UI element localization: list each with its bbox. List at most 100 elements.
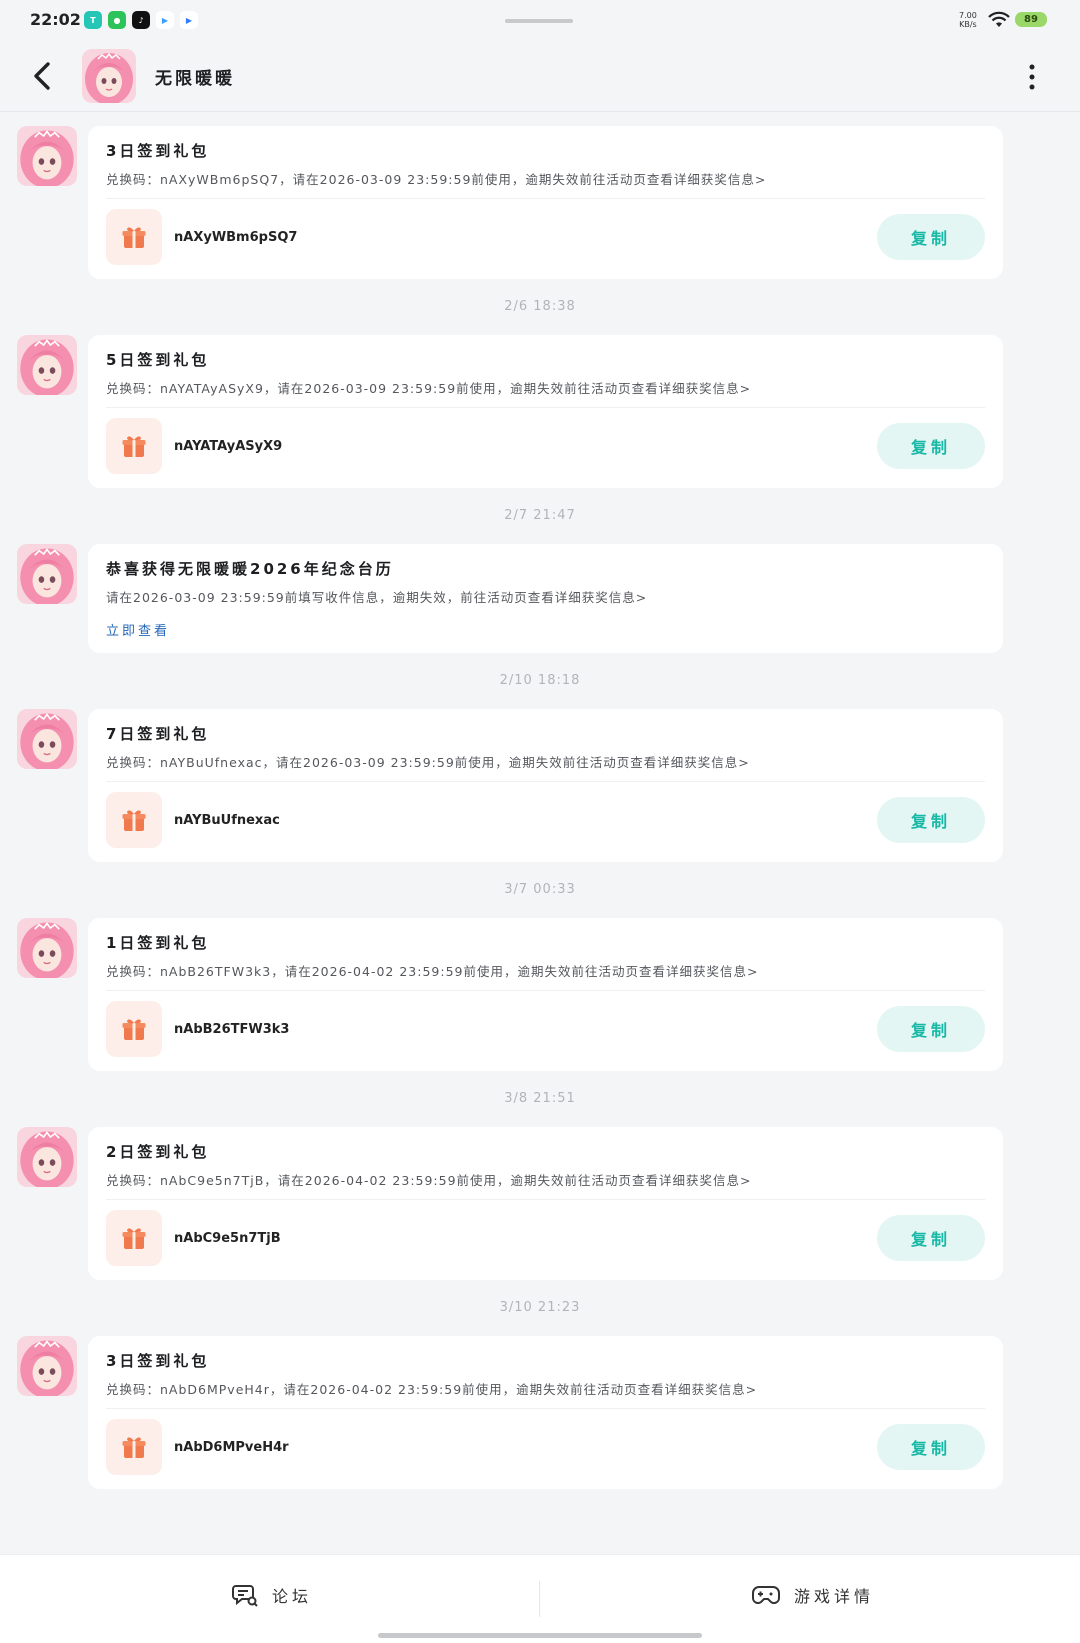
message-item: 3/8 21:51 2日签到礼包兑换码：nAbC9e5n7TjB，请在2026-0… [0, 1071, 1080, 1280]
message-item: 3/7 00:33 1日签到礼包兑换码：nAbB26TFW3k3，请在2026-0… [0, 862, 1080, 1071]
divider [106, 1408, 985, 1409]
tiktok-icon: ♪ [132, 11, 150, 29]
message-item: 3日签到礼包兑换码：nAXyWBm6pSQ7，请在2026-03-09 23:5… [0, 126, 1080, 279]
nav-forum-label: 论坛 [272, 1587, 313, 1606]
message-feed[interactable]: 3日签到礼包兑换码：nAXyWBm6pSQ7，请在2026-03-09 23:5… [0, 112, 1080, 1554]
wechat-icon: ● [108, 11, 126, 29]
message-card: 7日签到礼包兑换码：nAYBuUfnexac，请在2026-03-09 23:5… [88, 709, 1003, 862]
gift-icon [106, 792, 162, 848]
bottom-nav: 论坛 游戏详情 [0, 1554, 1080, 1643]
message-card: 1日签到礼包兑换码：nAbB26TFW3k3，请在2026-04-02 23:5… [88, 918, 1003, 1071]
battery-indicator: 89 [1015, 12, 1047, 27]
taptap-icon: T [84, 11, 102, 29]
message-timestamp-partial [0, 1489, 1080, 1545]
page-title: 无限暖暖 [155, 69, 235, 89]
multitask-handle[interactable] [505, 19, 573, 23]
message-card: 恭喜获得无限暖暖2026年纪念台历请在2026-03-09 23:59:59前填… [88, 544, 1003, 653]
gift-icon [106, 1001, 162, 1057]
divider [106, 198, 985, 199]
message-timestamp: 2/7 21:47 [504, 508, 576, 523]
divider [106, 1199, 985, 1200]
message-card: 3日签到礼包兑换码：nAbD6MPveH4r，请在2026-04-02 23:5… [88, 1336, 1003, 1489]
message-title: 3日签到礼包 [106, 1352, 210, 1370]
forum-chat-icon [232, 1585, 258, 1607]
message-description[interactable]: 兑换码：nAYATAyASyX9，请在2026-03-09 23:59:59前使… [106, 378, 985, 397]
sender-avatar[interactable] [17, 1336, 77, 1396]
home-indicator[interactable] [378, 1633, 702, 1638]
message-description[interactable]: 请在2026-03-09 23:59:59前填写收件信息，逾期失效，前往活动页查… [106, 587, 985, 606]
message-item: 2/6 18:38 5日签到礼包兑换码：nAYATAyASyX9，请在2026-0… [0, 279, 1080, 488]
divider [106, 990, 985, 991]
gift-code-row: nAbC9e5n7TjB 复制 [106, 1210, 985, 1266]
status-time: 22:02 [30, 10, 81, 29]
message-title: 3日签到礼包 [106, 142, 210, 160]
redeem-code: nAYATAyASyX9 [174, 438, 283, 454]
gamepad-icon [752, 1586, 780, 1604]
message-timestamp: 3/10 21:23 [499, 1300, 581, 1315]
gift-icon [106, 1419, 162, 1475]
game-avatar[interactable] [82, 49, 136, 103]
message-card: 3日签到礼包兑换码：nAXyWBm6pSQ7，请在2026-03-09 23:5… [88, 126, 1003, 279]
message-description[interactable]: 兑换码：nAbC9e5n7TjB，请在2026-04-02 23:59:59前使… [106, 1170, 985, 1189]
message-timestamp: 2/10 18:18 [499, 673, 581, 688]
nav-divider [539, 1581, 540, 1617]
nav-game-details-label: 游戏详情 [794, 1587, 875, 1606]
message-title: 2日签到礼包 [106, 1143, 210, 1161]
message-title: 1日签到礼包 [106, 934, 210, 952]
message-timestamp: 2/6 18:38 [504, 299, 576, 314]
nav-game-details[interactable]: 游戏详情 [752, 1583, 874, 1607]
message-item: 2/7 21:47 恭喜获得无限暖暖2026年纪念台历请在2026-03-09 2… [0, 488, 1080, 653]
copy-button[interactable]: 复制 [877, 423, 985, 469]
redeem-code: nAXyWBm6pSQ7 [174, 229, 298, 245]
copy-button[interactable]: 复制 [877, 1424, 985, 1470]
gift-icon [106, 1210, 162, 1266]
message-title: 5日签到礼包 [106, 351, 210, 369]
status-bar: 22:02 T ● ♪ ▶ ▶ 7.00 KB/s 89 [0, 0, 1080, 40]
message-card: 2日签到礼包兑换码：nAbC9e5n7TjB，请在2026-04-02 23:5… [88, 1127, 1003, 1280]
copy-button[interactable]: 复制 [877, 1215, 985, 1261]
message-item: 3/10 21:23 3日签到礼包兑换码：nAbD6MPveH4r，请在2026-… [0, 1280, 1080, 1489]
notification-icons: T ● ♪ ▶ ▶ [84, 11, 198, 29]
message-description[interactable]: 兑换码：nAYBuUfnexac，请在2026-03-09 23:59:59前使… [106, 752, 985, 771]
message-item: 2/10 18:18 7日签到礼包兑换码：nAYBuUfnexac，请在2026-… [0, 653, 1080, 862]
chat-header: 无限暖暖 [0, 40, 1080, 112]
message-title: 恭喜获得无限暖暖2026年纪念台历 [106, 560, 394, 578]
back-arrow-icon[interactable] [28, 58, 60, 94]
gift-icon [106, 209, 162, 265]
gift-code-row: nAYATAyASyX9 复制 [106, 418, 985, 474]
message-description[interactable]: 兑换码：nAbD6MPveH4r，请在2026-04-02 23:59:59前使… [106, 1379, 985, 1398]
sender-avatar[interactable] [17, 544, 77, 604]
redeem-code: nAYBuUfnexac [174, 812, 280, 828]
gift-code-row: nAbD6MPveH4r 复制 [106, 1419, 985, 1475]
net-speed: 7.00 KB/s [959, 11, 977, 29]
play-icon: ▶ [180, 11, 198, 29]
gift-code-row: nAXyWBm6pSQ7 复制 [106, 209, 985, 265]
sender-avatar[interactable] [17, 335, 77, 395]
view-now-link[interactable]: 立即查看 [106, 620, 985, 639]
sender-avatar[interactable] [17, 918, 77, 978]
more-vertical-icon[interactable] [1026, 62, 1038, 92]
message-timestamp: 3/8 21:51 [504, 1091, 576, 1106]
app-store-icon: ▶ [156, 11, 174, 29]
sender-avatar[interactable] [17, 709, 77, 769]
sender-avatar[interactable] [17, 126, 77, 186]
gift-code-row: nAbB26TFW3k3 复制 [106, 1001, 985, 1057]
gift-icon [106, 418, 162, 474]
message-card: 5日签到礼包兑换码：nAYATAyASyX9，请在2026-03-09 23:5… [88, 335, 1003, 488]
copy-button[interactable]: 复制 [877, 1006, 985, 1052]
message-description[interactable]: 兑换码：nAbB26TFW3k3，请在2026-04-02 23:59:59前使… [106, 961, 985, 980]
redeem-code: nAbD6MPveH4r [174, 1439, 289, 1455]
copy-button[interactable]: 复制 [877, 214, 985, 260]
wifi-icon [988, 11, 1010, 27]
message-timestamp: 3/7 00:33 [504, 882, 576, 897]
redeem-code: nAbB26TFW3k3 [174, 1021, 290, 1037]
redeem-code: nAbC9e5n7TjB [174, 1230, 281, 1246]
sender-avatar[interactable] [17, 1127, 77, 1187]
message-title: 7日签到礼包 [106, 725, 210, 743]
nav-forum[interactable]: 论坛 [232, 1583, 312, 1607]
copy-button[interactable]: 复制 [877, 797, 985, 843]
divider [106, 407, 985, 408]
divider [106, 781, 985, 782]
gift-code-row: nAYBuUfnexac 复制 [106, 792, 985, 848]
message-description[interactable]: 兑换码：nAXyWBm6pSQ7，请在2026-03-09 23:59:59前使… [106, 169, 985, 188]
